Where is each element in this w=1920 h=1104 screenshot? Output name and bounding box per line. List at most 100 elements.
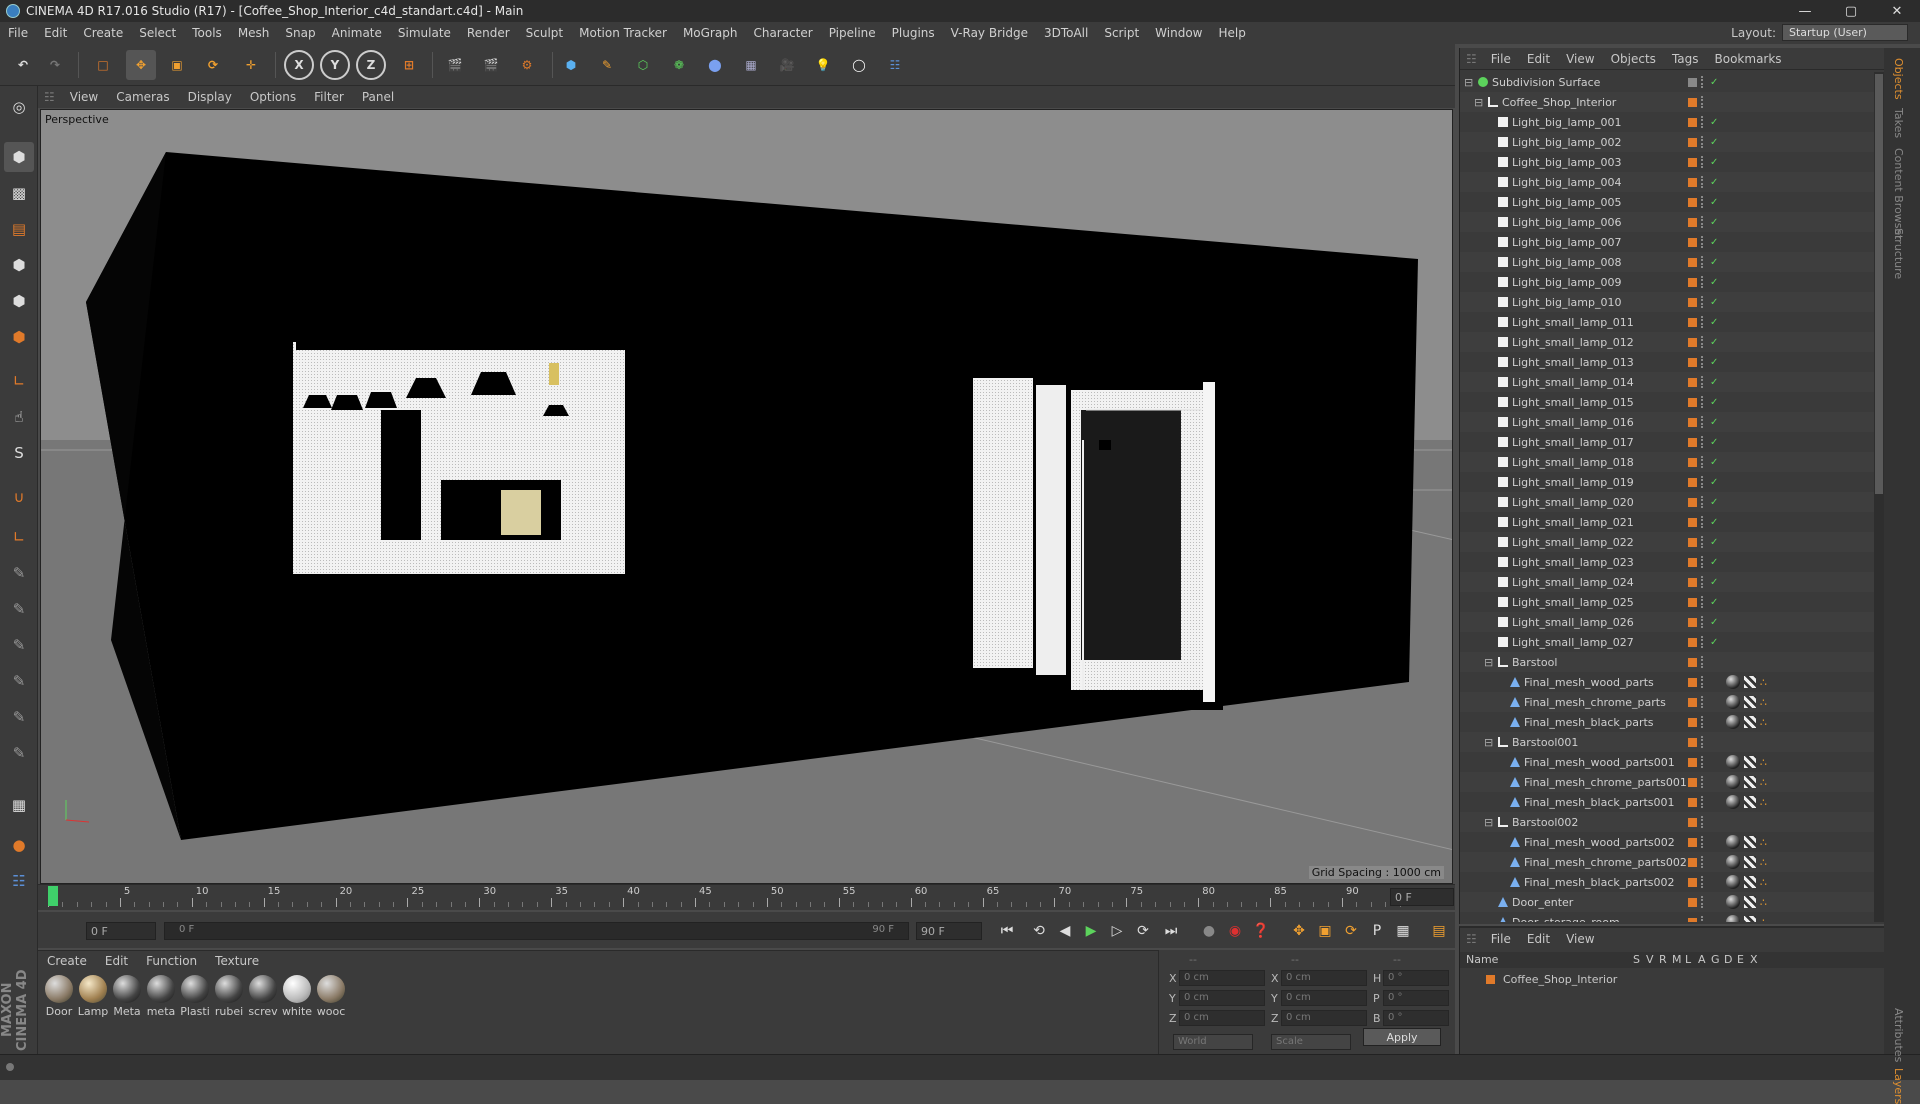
selection-tag-icon[interactable]: ∴: [1760, 856, 1767, 869]
render-picture-viewer-icon[interactable]: 🎬: [476, 50, 506, 80]
visibility-dots-icon[interactable]: [1701, 616, 1705, 628]
layer-color-tag-icon[interactable]: [1688, 537, 1697, 547]
side-tab-attributes[interactable]: Attributes: [1892, 1008, 1905, 1062]
visibility-dots-icon[interactable]: [1701, 316, 1705, 328]
next-frame-icon[interactable]: ▷: [1106, 920, 1128, 942]
pos-y-field[interactable]: 0 cm: [1179, 990, 1265, 1006]
object-row[interactable]: Light_big_lamp_008 ✓: [1460, 252, 1875, 272]
objects-menu-bookmarks[interactable]: Bookmarks: [1707, 52, 1790, 66]
layer-color-tag-icon[interactable]: [1688, 417, 1697, 427]
object-row[interactable]: Light_small_lamp_018 ✓: [1460, 452, 1875, 472]
size-y-field[interactable]: 0 cm: [1281, 990, 1367, 1006]
object-row[interactable]: Light_small_lamp_026 ✓: [1460, 612, 1875, 632]
object-row[interactable]: Light_small_lamp_024 ✓: [1460, 572, 1875, 592]
material-menu-texture[interactable]: Texture: [206, 954, 268, 968]
object-row[interactable]: Final_mesh_chrome_parts ∴: [1460, 692, 1875, 712]
enabled-check-icon[interactable]: ✓: [1710, 337, 1718, 348]
scale-tool-icon[interactable]: ▣: [162, 50, 192, 80]
side-tab-layers[interactable]: Layers: [1892, 1068, 1905, 1104]
object-row[interactable]: Light_small_lamp_012 ✓: [1460, 332, 1875, 352]
object-row[interactable]: Light_big_lamp_009 ✓: [1460, 272, 1875, 292]
material-menu-edit[interactable]: Edit: [96, 954, 137, 968]
menu-help[interactable]: Help: [1210, 26, 1253, 40]
layers-column-header[interactable]: X: [1750, 953, 1758, 966]
material-swatch[interactable]: meta: [144, 975, 178, 1018]
visibility-dots-icon[interactable]: [1701, 756, 1705, 768]
layer-color-tag-icon[interactable]: [1688, 797, 1697, 807]
material-tag-icon[interactable]: [1726, 675, 1740, 689]
enabled-check-icon[interactable]: ✓: [1710, 137, 1718, 148]
visibility-dots-icon[interactable]: [1701, 196, 1705, 208]
layer-color-tag-icon[interactable]: [1688, 97, 1697, 107]
side-tab-content-browser[interactable]: Content Browser: [1892, 148, 1905, 240]
coord-mode-dropdown[interactable]: World: [1173, 1034, 1253, 1050]
objects-scrollbar[interactable]: [1874, 72, 1884, 922]
visibility-dots-icon[interactable]: [1701, 136, 1705, 148]
visibility-dots-icon[interactable]: [1701, 476, 1705, 488]
selection-tag-icon[interactable]: ∴: [1760, 796, 1767, 809]
polygons-mode-icon[interactable]: ⬢: [4, 322, 34, 352]
menu-mesh[interactable]: Mesh: [230, 26, 278, 40]
menu-character[interactable]: Character: [745, 26, 820, 40]
object-row[interactable]: Light_small_lamp_019 ✓: [1460, 472, 1875, 492]
layer-color-tag-icon[interactable]: [1688, 217, 1697, 227]
enabled-check-icon[interactable]: ✓: [1710, 437, 1718, 448]
knife-icon[interactable]: ✎: [4, 738, 34, 768]
go-to-end-icon[interactable]: ⏭: [1160, 920, 1182, 942]
enabled-check-icon[interactable]: ✓: [1710, 297, 1718, 308]
object-row[interactable]: Light_big_lamp_007 ✓: [1460, 232, 1875, 252]
layer-color-tag-icon[interactable]: [1688, 677, 1697, 687]
selection-tag-icon[interactable]: ∴: [1760, 756, 1767, 769]
expand-toggle-icon[interactable]: ⊟: [1474, 96, 1483, 109]
layer-color-tag-icon[interactable]: [1688, 177, 1697, 187]
enabled-check-icon[interactable]: ✓: [1710, 377, 1718, 388]
texture-tag-icon[interactable]: [1744, 756, 1756, 768]
deformer-icon[interactable]: ⬤: [700, 50, 730, 80]
selection-tag-icon[interactable]: ∴: [1760, 916, 1767, 923]
visibility-dots-icon[interactable]: [1701, 216, 1705, 228]
perspective-viewport[interactable]: Perspective Grid Spacing : 1000 cm ✥ ↕ ⟳…: [40, 109, 1453, 884]
menu-sculpt[interactable]: Sculpt: [518, 26, 571, 40]
make-editable-icon[interactable]: ◎: [4, 92, 34, 122]
python-icon[interactable]: ☷: [880, 50, 910, 80]
object-row[interactable]: Light_small_lamp_025 ✓: [1460, 592, 1875, 612]
keyframe-selection-icon[interactable]: ❓: [1250, 920, 1272, 942]
visibility-dots-icon[interactable]: [1701, 536, 1705, 548]
object-row[interactable]: Door_storage_room ∴: [1460, 912, 1875, 922]
layer-color-tag-icon[interactable]: [1688, 557, 1697, 567]
x-axis-lock-icon[interactable]: X: [284, 50, 314, 80]
enabled-check-icon[interactable]: ✓: [1710, 157, 1718, 168]
visibility-dots-icon[interactable]: [1701, 356, 1705, 368]
side-tab-takes[interactable]: Takes: [1892, 108, 1905, 138]
object-row[interactable]: Final_mesh_wood_parts002 ∴: [1460, 832, 1875, 852]
material-menu-create[interactable]: Create: [38, 954, 96, 968]
layer-color-tag-icon[interactable]: [1688, 897, 1697, 907]
layers-column-header[interactable]: L: [1685, 953, 1691, 966]
material-tag-icon[interactable]: [1726, 915, 1740, 922]
material-tag-icon[interactable]: [1726, 835, 1740, 849]
key-rotation-icon[interactable]: ⟳: [1340, 920, 1362, 942]
layer-color-tag-icon[interactable]: [1688, 257, 1697, 267]
render-settings-icon[interactable]: ⚙: [512, 50, 542, 80]
minimize-button[interactable]: —: [1782, 0, 1828, 22]
key-parameter-icon[interactable]: P: [1366, 920, 1388, 942]
visibility-dots-icon[interactable]: [1701, 396, 1705, 408]
selection-tag-icon[interactable]: ∴: [1760, 836, 1767, 849]
visibility-dots-icon[interactable]: [1701, 76, 1705, 88]
object-row[interactable]: Light_big_lamp_003 ✓: [1460, 152, 1875, 172]
layer-color-tag-icon[interactable]: [1688, 837, 1697, 847]
material-swatch[interactable]: Plasti: [178, 975, 212, 1018]
current-frame-field[interactable]: 0 F: [86, 922, 156, 940]
material-tag-icon[interactable]: [1726, 875, 1740, 889]
visibility-dots-icon[interactable]: [1701, 516, 1705, 528]
layer-color-tag-icon[interactable]: [1688, 437, 1697, 447]
object-row[interactable]: Light_small_lamp_017 ✓: [1460, 432, 1875, 452]
menu-animate[interactable]: Animate: [324, 26, 390, 40]
enabled-check-icon[interactable]: ✓: [1710, 117, 1718, 128]
visibility-dots-icon[interactable]: [1701, 776, 1705, 788]
selection-tag-icon[interactable]: ∴: [1760, 896, 1767, 909]
expand-toggle-icon[interactable]: ⊟: [1484, 816, 1493, 829]
enabled-check-icon[interactable]: ✓: [1710, 397, 1718, 408]
enabled-check-icon[interactable]: ✓: [1710, 517, 1718, 528]
viewport-menu-filter[interactable]: Filter: [305, 90, 353, 104]
